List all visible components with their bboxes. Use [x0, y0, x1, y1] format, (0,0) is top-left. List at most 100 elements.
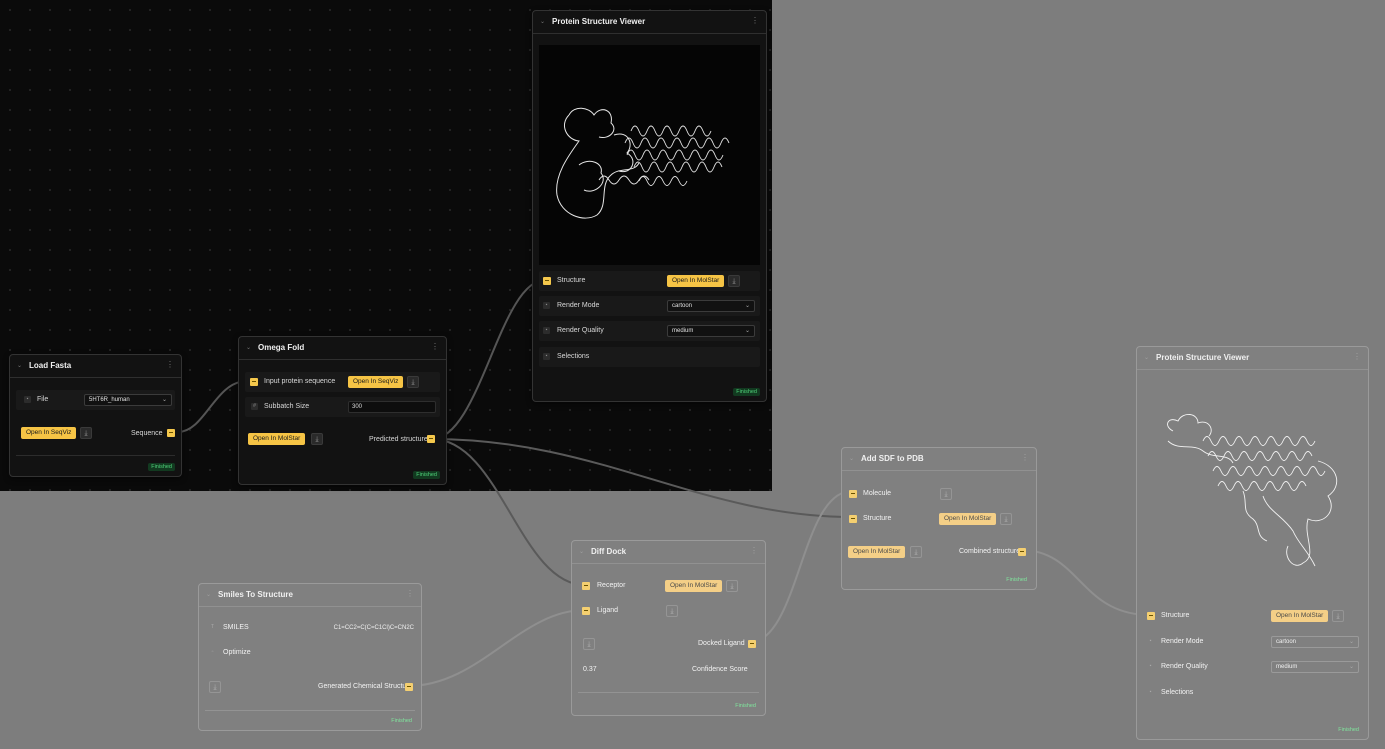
file-icon: ▪	[24, 396, 31, 403]
docked-output-port[interactable]	[748, 640, 756, 648]
open-in-molstar-button[interactable]: Open In MolStar	[939, 513, 997, 525]
molecule-input-port[interactable]	[849, 490, 857, 498]
chevron-down-icon: ⌄	[1348, 639, 1354, 645]
status-badge: Finished	[391, 718, 412, 724]
open-in-molstar-button[interactable]: Open In MolStar	[1271, 610, 1329, 622]
open-in-molstar-button[interactable]: Open In MolStar	[665, 580, 723, 592]
combined-output-port[interactable]	[1018, 548, 1026, 556]
collapse-chevron-icon[interactable]: ⌄	[246, 344, 251, 351]
input-label: Input protein sequence	[264, 378, 336, 385]
status-badge: Finished	[413, 471, 440, 479]
node-menu-icon[interactable]: ⋮	[1353, 352, 1361, 361]
download-icon[interactable]: ⤓	[728, 275, 740, 287]
download-icon[interactable]: ⤓	[583, 638, 595, 650]
render-quality-icon: ▪	[543, 327, 550, 334]
structure-output-port[interactable]	[427, 435, 435, 443]
render-mode-select[interactable]: cartoon ⌄	[667, 300, 755, 312]
optimize-label: Optimize	[223, 649, 251, 656]
render-quality-select[interactable]: medium ⌄	[1271, 661, 1359, 673]
chevron-down-icon: ⌄	[1348, 664, 1354, 670]
node-title: Add SDF to PDB	[861, 454, 924, 463]
add-sdf-to-pdb-node[interactable]: ⌄ Add SDF to PDB ⋮ Molecule ⤓ Structure Op…	[841, 447, 1037, 590]
collapse-chevron-icon[interactable]: ⌄	[17, 362, 22, 369]
node-menu-icon[interactable]: ⋮	[750, 546, 758, 555]
sequence-label: Sequence	[131, 430, 163, 437]
download-icon[interactable]: ⤓	[666, 605, 678, 617]
wire-smiles-to-diffdock	[407, 609, 586, 687]
structure-input-port[interactable]	[849, 515, 857, 523]
load-fasta-node[interactable]: ⌄ Load Fasta ⋮ ▪ File 5HT6R_human ⌄ Open In…	[9, 354, 182, 477]
smiles-label: SMILES	[223, 624, 249, 631]
structure-input-port[interactable]	[543, 277, 551, 285]
node-title: Protein Structure Viewer	[552, 17, 646, 26]
collapse-chevron-icon[interactable]: ⌄	[540, 18, 545, 25]
status-badge: Finished	[1006, 577, 1027, 583]
file-select[interactable]: 5HT6R_human ⌄	[84, 394, 172, 406]
number-icon: #	[251, 403, 258, 410]
download-icon[interactable]: ⤓	[1332, 610, 1344, 622]
file-label: File	[37, 396, 49, 403]
download-icon[interactable]: ⤓	[940, 488, 952, 500]
status-badge: Finished	[733, 388, 760, 396]
omega-fold-node[interactable]: ⌄ Omega Fold ⋮ Input protein sequence Open…	[238, 336, 447, 485]
structure-label: Structure	[863, 515, 892, 522]
download-icon[interactable]: ⤓	[311, 433, 323, 445]
selections-icon: ▪	[1149, 689, 1152, 695]
node-title: Load Fasta	[29, 361, 72, 370]
download-icon[interactable]: ⤓	[80, 427, 92, 439]
protein-3d-view[interactable]	[539, 45, 760, 265]
toggle-icon[interactable]: ▫	[209, 649, 216, 656]
render-mode-label: Render Mode	[1161, 638, 1204, 645]
open-in-molstar-button[interactable]: Open In MolStar	[667, 275, 725, 287]
selections-label: Selections	[557, 353, 590, 360]
structure-input-port[interactable]	[1147, 612, 1155, 620]
chevron-down-icon: ⌄	[744, 303, 750, 309]
ligand-input-port[interactable]	[582, 607, 590, 615]
download-icon[interactable]: ⤓	[1000, 513, 1012, 525]
render-quality-select[interactable]: medium ⌄	[667, 325, 755, 337]
download-icon[interactable]: ⤓	[726, 580, 738, 592]
combined-label: Combined structure	[959, 548, 1021, 555]
open-in-molstar-button[interactable]: Open In MolStar	[848, 546, 906, 558]
status-badge: Finished	[735, 703, 756, 709]
node-title: Protein Structure Viewer	[1156, 353, 1250, 362]
protein-viewer-node[interactable]: ⌄ Protein Structure Viewer ⋮ Structure Ope…	[532, 10, 767, 402]
structure-label: Structure	[557, 277, 586, 284]
node-menu-icon[interactable]: ⋮	[751, 16, 759, 25]
node-menu-icon[interactable]: ⋮	[1021, 453, 1029, 462]
selections-label: Selections	[1161, 689, 1194, 696]
download-icon[interactable]: ⤓	[910, 546, 922, 558]
collapse-chevron-icon[interactable]: ⌄	[579, 548, 584, 555]
node-title: Smiles To Structure	[218, 590, 293, 599]
open-in-seqviz-button[interactable]: Open In SeqViz	[348, 376, 404, 388]
input-port[interactable]	[250, 378, 258, 386]
chevron-down-icon: ⌄	[161, 397, 167, 403]
smiles-to-structure-node[interactable]: ⌄ Smiles To Structure ⋮ T SMILES C1=CC2=C(…	[198, 583, 422, 731]
collapse-chevron-icon[interactable]: ⌄	[849, 455, 854, 462]
open-in-molstar-button[interactable]: Open In MolStar	[248, 433, 306, 445]
collapse-chevron-icon[interactable]: ⌄	[206, 591, 211, 598]
smiles-input[interactable]: C1=CC2=C(C=C1Cl)C=CN2C	[325, 622, 415, 634]
subbatch-input[interactable]: 300	[348, 401, 436, 413]
receptor-input-port[interactable]	[582, 582, 590, 590]
structure-output-port[interactable]	[405, 683, 413, 691]
render-mode-select[interactable]: cartoon ⌄	[1271, 636, 1359, 648]
open-in-seqviz-button[interactable]: Open In SeqViz	[21, 427, 77, 439]
download-icon[interactable]: ⤓	[209, 681, 221, 693]
protein-viewer-node[interactable]: ⌄ Protein Structure Viewer ⋮ Structure Ope…	[1136, 346, 1369, 740]
diff-dock-node[interactable]: ⌄ Diff Dock ⋮ Receptor Open In MolStar ⤓ L…	[571, 540, 766, 716]
subbatch-label: Subbatch Size	[264, 403, 310, 410]
status-badge: Finished	[148, 463, 175, 471]
download-icon[interactable]: ⤓	[407, 376, 419, 388]
sequence-output-port[interactable]	[167, 429, 175, 437]
collapse-chevron-icon[interactable]: ⌄	[1144, 354, 1149, 361]
render-quality-icon: ▪	[1149, 663, 1152, 669]
output-label: Generated Chemical Structure	[318, 683, 413, 690]
node-menu-icon[interactable]: ⋮	[166, 360, 174, 369]
protein-structure-image	[556, 107, 730, 219]
node-title: Omega Fold	[258, 343, 305, 352]
node-menu-icon[interactable]: ⋮	[431, 342, 439, 351]
chevron-down-icon: ⌄	[744, 328, 750, 334]
protein-3d-view[interactable]	[1143, 381, 1362, 603]
node-menu-icon[interactable]: ⋮	[406, 589, 414, 598]
